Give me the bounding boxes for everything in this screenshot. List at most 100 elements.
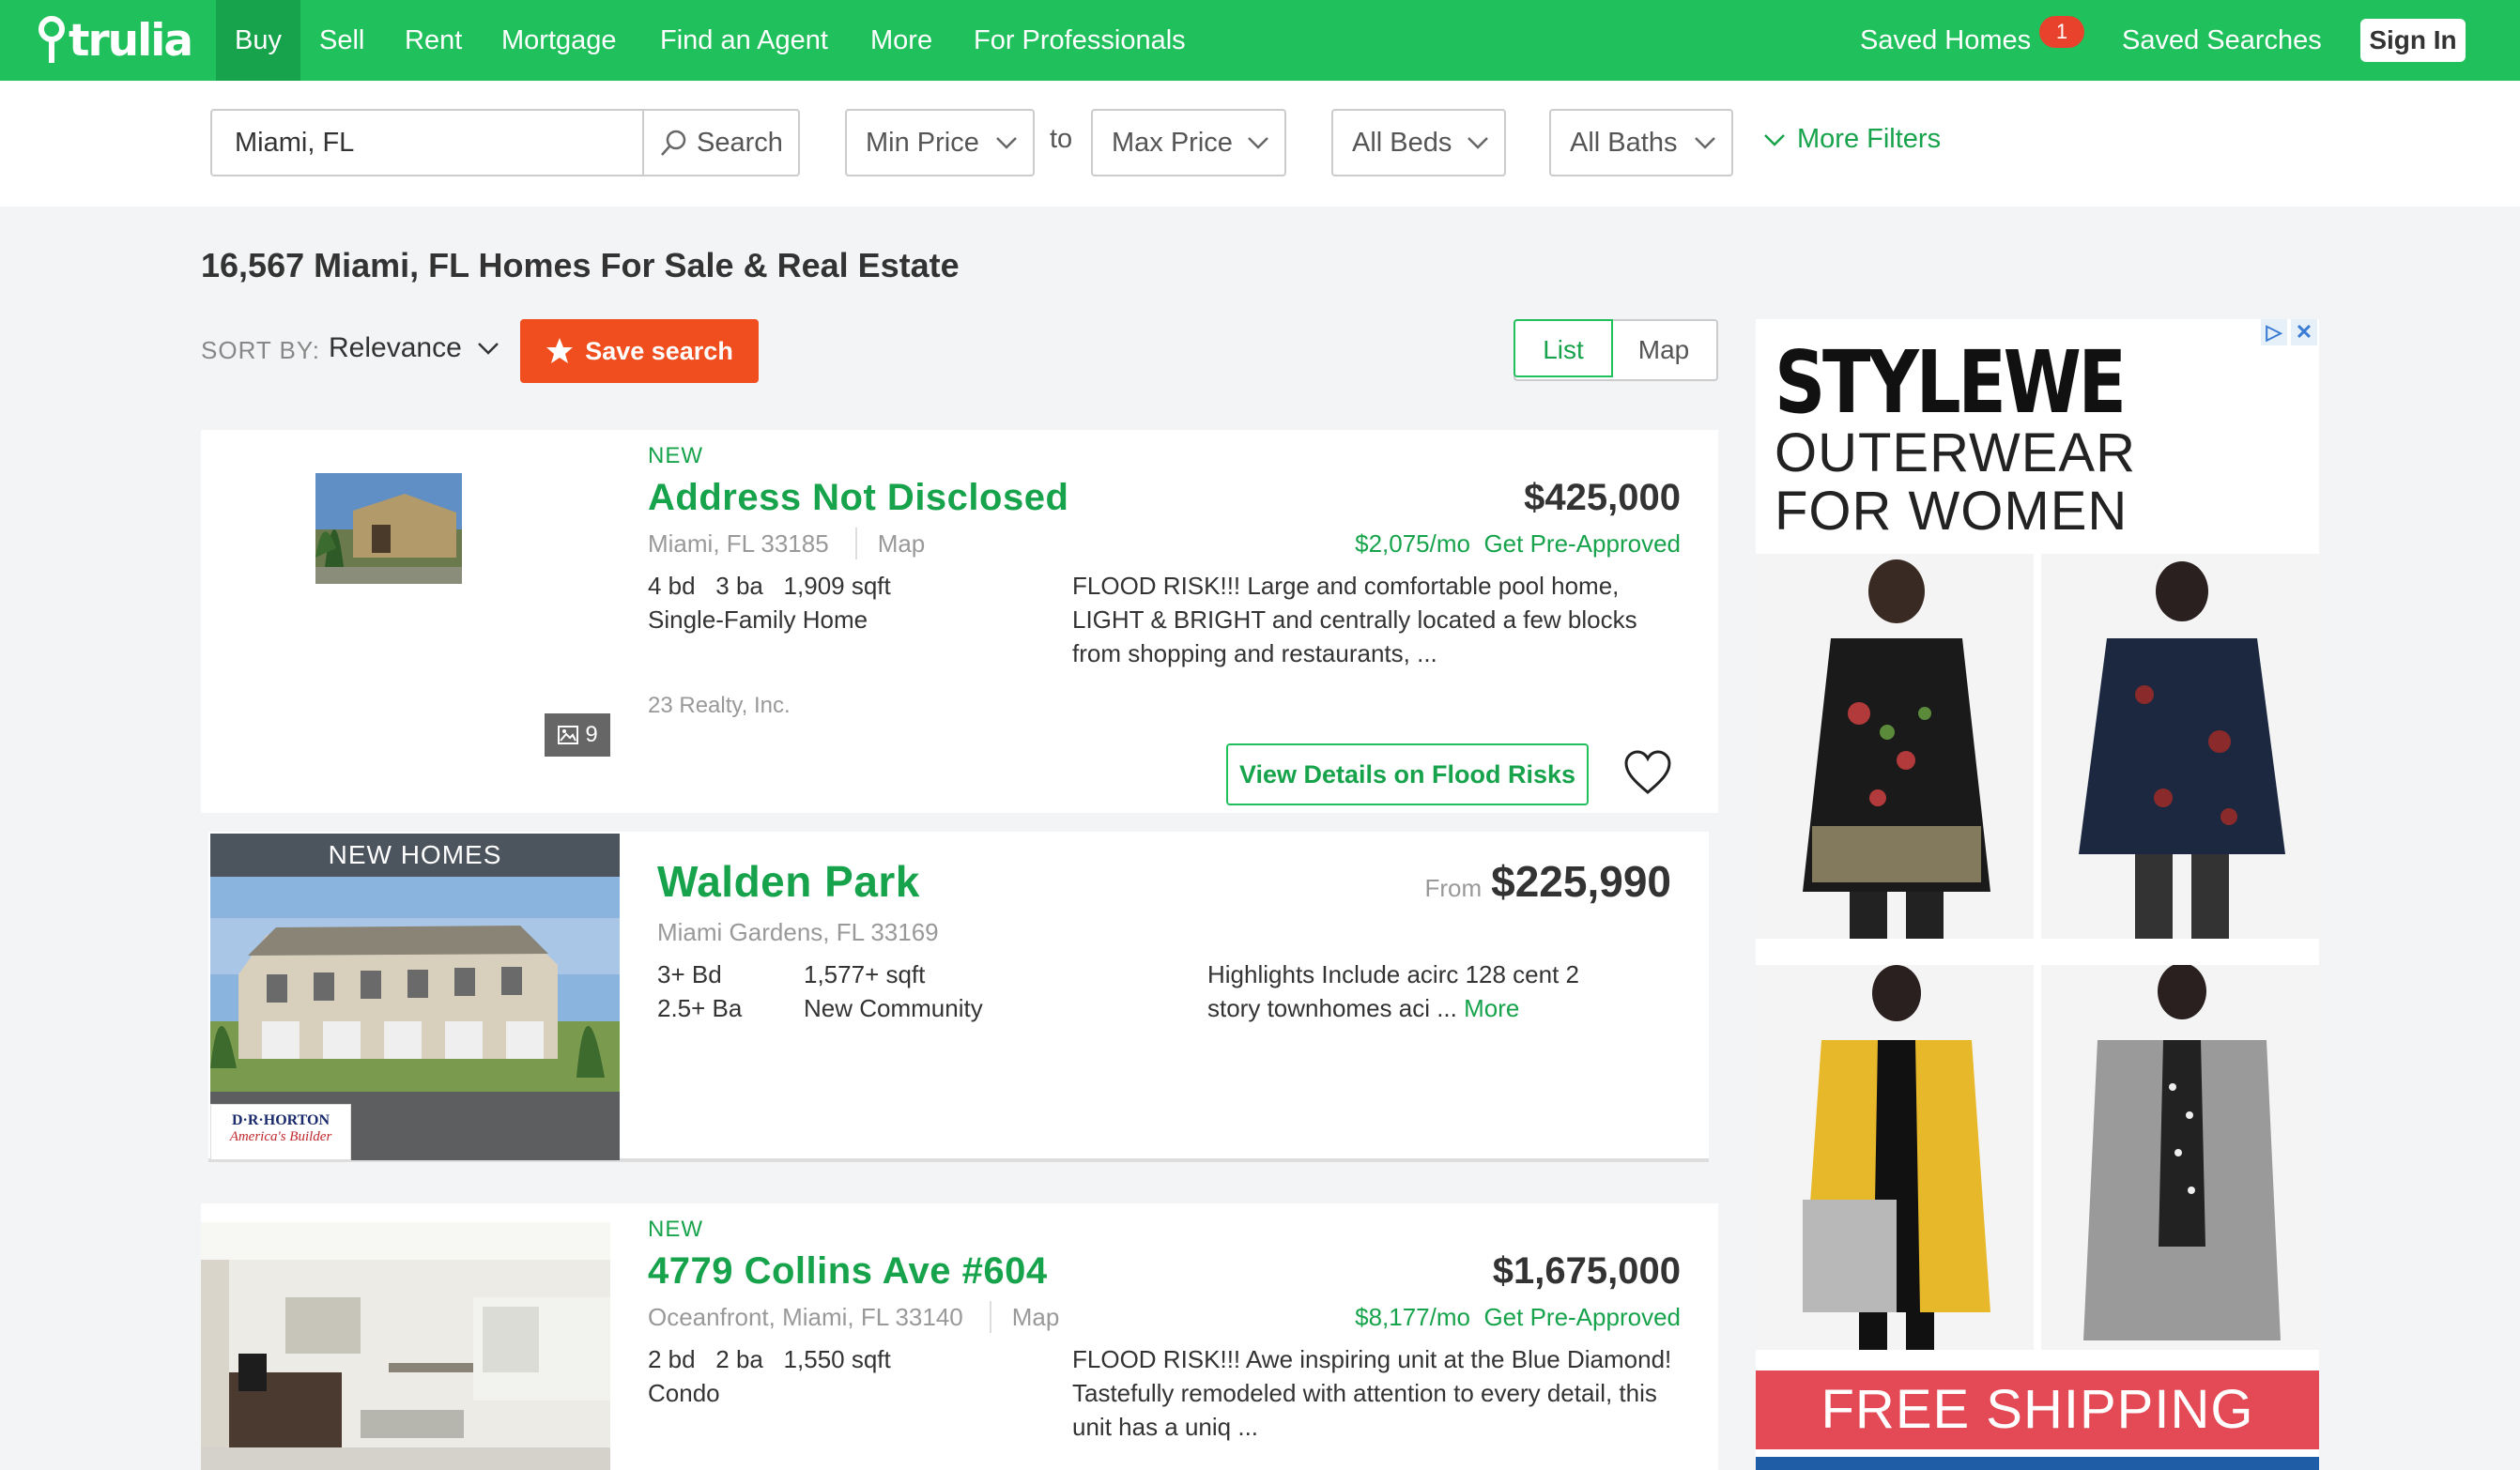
flood-risk-button[interactable]: View Details on Flood Risks: [1226, 743, 1589, 805]
new-tag: NEW: [648, 443, 703, 468]
more-link[interactable]: More: [1464, 994, 1519, 1022]
community-type: New Community: [804, 994, 983, 1022]
property-type: Single-Family Home: [648, 605, 868, 634]
from-label: From: [1424, 874, 1483, 902]
listing-location: Miami, FL 33185 Map: [648, 528, 925, 559]
broker-name: 23 Realty, Inc.: [648, 693, 791, 718]
baths-dropdown[interactable]: All Baths: [1549, 109, 1733, 176]
sort-by-label: SORT BY:: [201, 336, 320, 364]
chevron-down-icon: [477, 343, 499, 355]
new-homes-label: NEW HOMES: [210, 834, 620, 877]
listing-card[interactable]: 9 NEW Address Not Disclosed Miami, FL 33…: [201, 430, 1718, 813]
community-name[interactable]: Walden Park: [657, 856, 920, 907]
listing-facts: 4 bd 3 ba 1,909 sqft Single-Family Home: [648, 569, 891, 636]
get-preapproved-link[interactable]: Get Pre-Approved: [1483, 529, 1681, 558]
listing-card[interactable]: NEW 4779 Collins Ave #604 Oceanfront, Mi…: [201, 1203, 1718, 1470]
ad-photo-yellow-coat: [1756, 965, 2034, 1350]
beds-baths-sqft: 4 bd 3 ba 1,909 sqft: [648, 572, 891, 600]
photo-count: 9: [585, 722, 598, 747]
nav-saved-homes[interactable]: Saved Homes: [1841, 0, 2050, 81]
list-view-button[interactable]: List: [1514, 319, 1613, 377]
monthly-amount[interactable]: $2,075/mo: [1355, 529, 1470, 558]
favorite-heart-icon[interactable]: [1622, 749, 1673, 796]
nav-mortgage[interactable]: Mortgage: [483, 0, 636, 81]
chevron-down-icon: [1248, 137, 1268, 149]
chevron-down-icon: [1764, 133, 1785, 146]
star-icon: [546, 338, 574, 363]
get-preapproved-link[interactable]: Get Pre-Approved: [1483, 1303, 1681, 1331]
listing-photo[interactable]: [315, 473, 462, 584]
max-price-label: Max Price: [1112, 127, 1233, 158]
listing-price: $425,000: [1524, 477, 1681, 518]
dr-horton-logo: D·R·HORTON America's Builder: [210, 1104, 351, 1160]
location-text: Miami, FL 33185: [648, 528, 829, 558]
adchoices-icon[interactable]: ▷: [2261, 319, 2287, 345]
ad-bottom-strip: [1756, 1457, 2319, 1470]
close-icon[interactable]: ✕: [2291, 319, 2317, 345]
monthly-amount[interactable]: $8,177/mo: [1355, 1303, 1470, 1331]
listing-address[interactable]: Address Not Disclosed: [648, 477, 1068, 519]
new-tag: NEW: [648, 1217, 703, 1242]
location-search-input[interactable]: Miami, FL: [210, 109, 644, 176]
baths: 2.5+ Ba: [657, 994, 743, 1022]
advertisement[interactable]: ▷ ✕ STYLEWE OUTERWEAR FOR WOMEN FREE SHI…: [1756, 319, 2319, 1470]
community-price: From $225,990: [1424, 856, 1671, 907]
ad-headline-line1: OUTERWEAR: [1775, 422, 2136, 483]
search-button[interactable]: Search: [642, 109, 800, 176]
community-description-text: Highlights Include acirc 128 cent 2 stor…: [1207, 960, 1580, 1022]
trulia-logo[interactable]: trulia: [38, 15, 193, 67]
photo-count-badge[interactable]: 9: [545, 713, 610, 757]
sign-in-button[interactable]: Sign In: [2360, 19, 2466, 62]
nav-rent[interactable]: Rent: [386, 0, 481, 81]
community-beds-baths: 3+ Bd 2.5+ Ba: [657, 957, 742, 1025]
chevron-down-icon: [1695, 137, 1715, 149]
monthly-payment: $8,177/mo Get Pre-Approved: [1355, 1303, 1681, 1332]
ad-brand: STYLEWE: [1775, 332, 2127, 433]
chevron-down-icon: [1467, 137, 1488, 149]
save-search-label: Save search: [585, 336, 733, 365]
results-title: 16,567 Miami, FL Homes For Sale & Real E…: [201, 246, 960, 284]
ad-headline: OUTERWEAR FOR WOMEN: [1775, 424, 2136, 541]
listing-address[interactable]: 4779 Collins Ave #604: [648, 1250, 1048, 1293]
new-community-card[interactable]: NEW HOMES D·R·HORTON America's Builder W…: [208, 832, 1709, 1162]
community-sqft-type: 1,577+ sqft New Community: [804, 957, 983, 1025]
beds: 3+ Bd: [657, 960, 722, 988]
more-filters-label: More Filters: [1797, 124, 1942, 154]
divider: [854, 528, 857, 559]
nav-more[interactable]: More: [852, 0, 951, 81]
property-type: Condo: [648, 1379, 720, 1407]
search-icon: [661, 130, 686, 156]
listing-location: Oceanfront, Miami, FL 33140 Map: [648, 1301, 1059, 1333]
listing-photo[interactable]: [201, 1222, 610, 1470]
listing-price: $1,675,000: [1492, 1250, 1681, 1292]
divider: [989, 1301, 991, 1333]
search-button-label: Search: [697, 127, 783, 158]
listing-description: FLOOD RISK!!! Large and comfortable pool…: [1072, 572, 1637, 667]
save-search-button[interactable]: Save search: [520, 319, 759, 383]
beds-baths-sqft: 2 bd 2 ba 1,550 sqft: [648, 1345, 891, 1373]
nav-for-professionals[interactable]: For Professionals: [955, 0, 1205, 81]
sqft: 1,577+ sqft: [804, 960, 926, 988]
nav-buy[interactable]: Buy: [216, 0, 300, 81]
ad-headline-line2: FOR WOMEN: [1775, 481, 2128, 542]
price-range-separator: to: [1050, 124, 1073, 154]
more-filters-toggle[interactable]: More Filters: [1763, 124, 1941, 155]
max-price-dropdown[interactable]: Max Price: [1091, 109, 1286, 176]
price-value: $225,990: [1491, 857, 1671, 906]
location-pin-icon: [38, 16, 65, 63]
gallery-icon: [558, 726, 579, 744]
location-text: Oceanfront, Miami, FL 33140: [648, 1302, 963, 1331]
nav-sell[interactable]: Sell: [300, 0, 383, 81]
map-view-button[interactable]: Map: [1611, 321, 1716, 379]
min-price-dropdown[interactable]: Min Price: [845, 109, 1035, 176]
map-link[interactable]: Map: [878, 529, 926, 559]
map-link[interactable]: Map: [1012, 1303, 1060, 1332]
ad-controls: ▷ ✕: [2261, 319, 2319, 347]
sort-dropdown[interactable]: Relevance: [329, 332, 499, 364]
nav-find-agent[interactable]: Find an Agent: [641, 0, 847, 81]
listing-description: FLOOD RISK!!! Awe inspiring unit at the …: [1072, 1345, 1672, 1441]
nav-saved-searches[interactable]: Saved Searches: [2103, 0, 2341, 81]
beds-dropdown[interactable]: All Beds: [1331, 109, 1506, 176]
ad-free-shipping-banner: FREE SHIPPING: [1756, 1370, 2319, 1449]
ad-photo-navy-coat: [2041, 554, 2319, 939]
